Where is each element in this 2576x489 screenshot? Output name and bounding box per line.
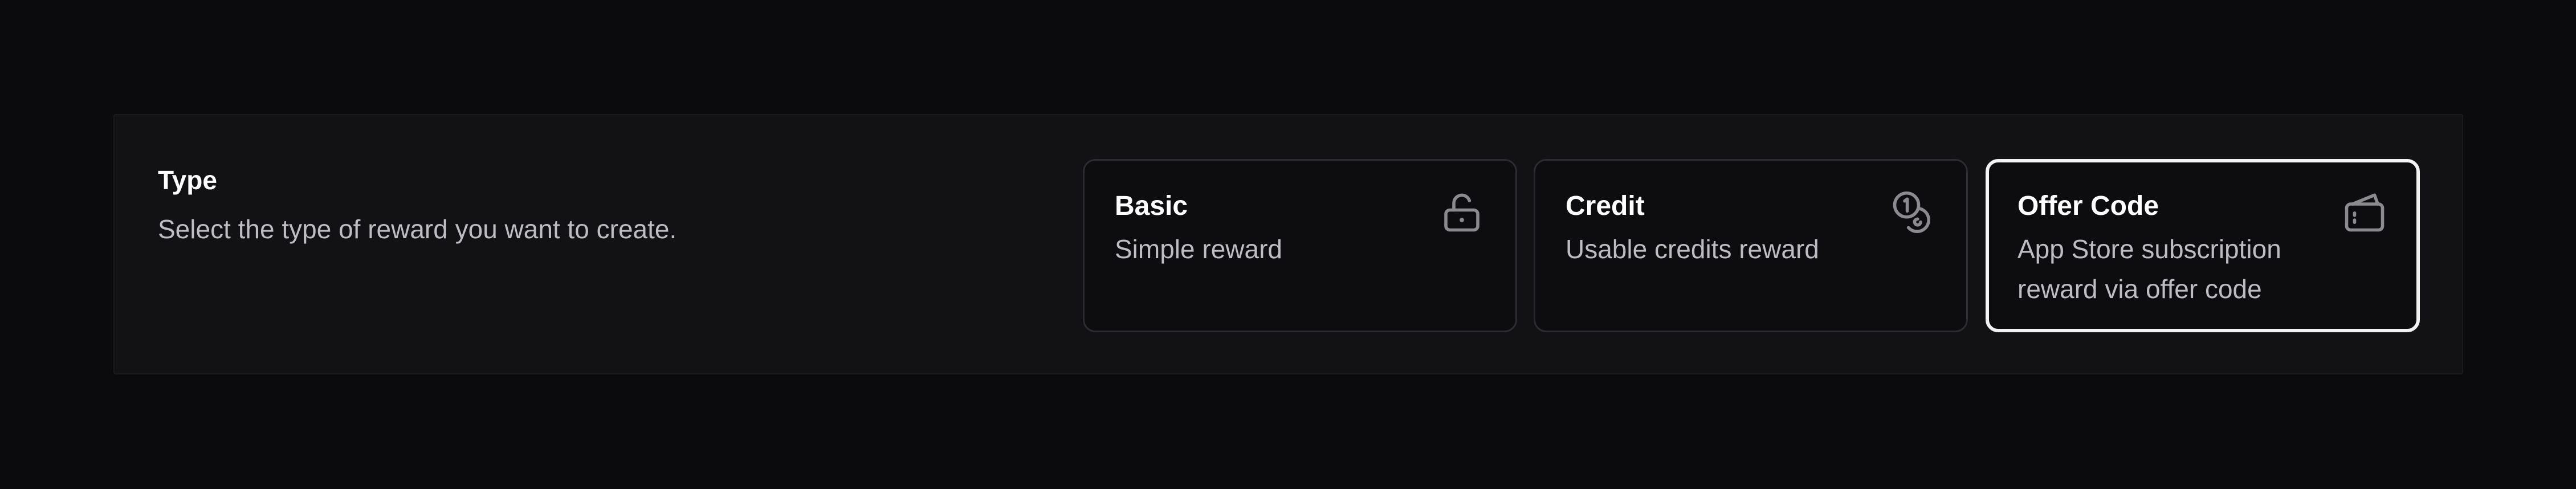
option-offer-code-title: Offer Code	[2017, 191, 2159, 221]
ticket-card-icon	[2341, 188, 2388, 236]
option-offer-code[interactable]: Offer Code App Store subscription reward…	[1986, 159, 2420, 332]
option-credit-description: Usable credits reward	[1566, 234, 1819, 264]
option-basic-title: Basic	[1115, 191, 1188, 221]
reward-type-panel: Type Select the type of reward you want …	[113, 114, 2463, 374]
option-basic-description: Simple reward	[1115, 234, 1282, 264]
unlock-icon	[1438, 188, 1486, 236]
coins-icon	[1889, 188, 1937, 236]
option-basic[interactable]: Basic Simple reward	[1083, 159, 1517, 332]
option-credit[interactable]: Credit Usable credits reward	[1534, 159, 1968, 332]
option-credit-title: Credit	[1566, 191, 1645, 221]
section-subtitle: Select the type of reward you want to cr…	[158, 214, 677, 244]
option-offer-code-description: App Store subscription reward via offer …	[2017, 234, 2281, 304]
section-title: Type	[158, 165, 217, 195]
